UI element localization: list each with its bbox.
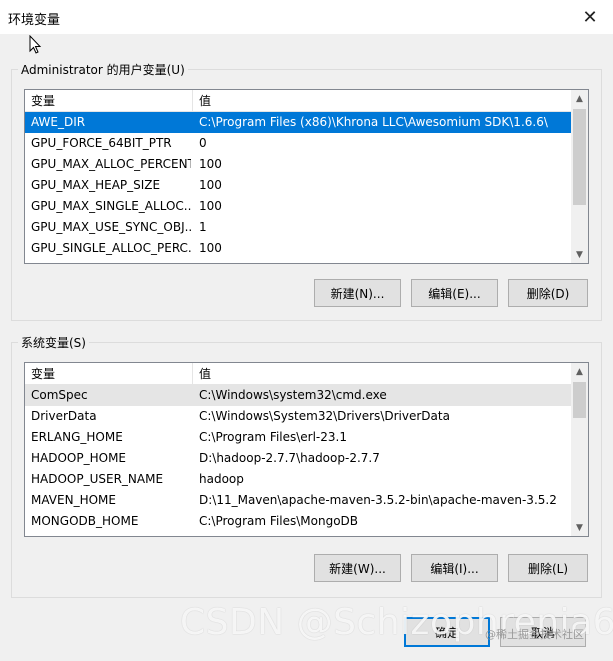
- user-variables-list[interactable]: 变量 值 AWE_DIR C:\Program Files (x86)\Khron…: [24, 89, 589, 264]
- user-delete-button[interactable]: 删除(D): [508, 279, 588, 307]
- variable-value-cell: C:\Program Files\MongoDB: [199, 514, 359, 528]
- variable-value-cell: 1: [199, 220, 207, 234]
- ok-button[interactable]: 确定: [404, 617, 490, 647]
- variable-name-cell: DriverData: [31, 409, 97, 423]
- table-row[interactable]: AWE_DIR C:\Program Files (x86)\Khrona LLC…: [25, 112, 572, 133]
- variable-name-cell: GPU_MAX_ALLOC_PERCENT: [31, 157, 191, 171]
- variable-name-cell: MAVEN_HOME: [31, 493, 116, 507]
- user-list-scrollbar[interactable]: ▲ ▼: [571, 90, 588, 263]
- system-variables-rows: ComSpec C:\Windows\system32\cmd.exe Driver…: [25, 385, 572, 532]
- scroll-down-icon[interactable]: ▼: [571, 519, 588, 536]
- table-row[interactable]: MAVEN_HOME D:\11_Maven\apache-maven-3.5.2…: [25, 490, 572, 511]
- variable-name-cell: AWE_DIR: [31, 115, 86, 129]
- variable-name-cell: GPU_FORCE_64BIT_PTR: [31, 136, 172, 150]
- system-list-header: 变量 值: [25, 363, 572, 385]
- table-row[interactable]: ComSpec C:\Windows\system32\cmd.exe: [25, 385, 572, 406]
- variable-name-cell: GPU_SINGLE_ALLOC_PERC...: [31, 241, 191, 255]
- system-delete-button[interactable]: 删除(L): [508, 554, 588, 582]
- variable-value-cell: 0: [199, 136, 207, 150]
- column-header-name[interactable]: 变量: [25, 90, 193, 112]
- user-edit-button[interactable]: 编辑(E)...: [411, 279, 498, 307]
- variable-value-cell: 100: [199, 178, 222, 192]
- scrollbar-thumb[interactable]: [573, 382, 586, 418]
- system-new-button[interactable]: 新建(W)...: [314, 554, 401, 582]
- user-variables-group: Administrator 的用户变量(U) 变量 值 AWE_DIR C:\Pr…: [11, 61, 602, 321]
- table-row[interactable]: MONGODB_HOME C:\Program Files\MongoDB: [25, 511, 572, 532]
- table-row[interactable]: DriverData C:\Windows\System32\Drivers\Dr…: [25, 406, 572, 427]
- scroll-up-icon[interactable]: ▲: [571, 363, 588, 380]
- system-variables-group: 系统变量(S) 变量 值 ComSpec C:\Windows\system32\…: [11, 334, 602, 598]
- column-header-value[interactable]: 值: [193, 363, 572, 385]
- variable-value-cell: 100: [199, 241, 222, 255]
- scroll-down-icon[interactable]: ▼: [571, 246, 588, 263]
- variable-name-cell: ComSpec: [31, 388, 88, 402]
- table-row[interactable]: GPU_FORCE_64BIT_PTR 0: [25, 133, 572, 154]
- table-row[interactable]: GPU_MAX_USE_SYNC_OBJ... 1: [25, 217, 572, 238]
- title-bar: 环境变量 ✕: [0, 0, 613, 34]
- variable-value-cell: hadoop: [199, 472, 244, 486]
- user-list-header: 变量 值: [25, 90, 572, 112]
- scroll-up-icon[interactable]: ▲: [571, 90, 588, 107]
- variable-value-cell: 100: [199, 157, 222, 171]
- window-title: 环境变量: [8, 13, 61, 28]
- column-header-name[interactable]: 变量: [25, 363, 193, 385]
- scrollbar-thumb[interactable]: [573, 109, 586, 205]
- variable-name-cell: GPU_MAX_HEAP_SIZE: [31, 178, 161, 192]
- system-variables-list[interactable]: 变量 值 ComSpec C:\Windows\system32\cmd.exe D…: [24, 362, 589, 537]
- table-row[interactable]: ERLANG_HOME C:\Program Files\erl-23.1: [25, 427, 572, 448]
- table-row[interactable]: HADOOP_USER_NAME hadoop: [25, 469, 572, 490]
- table-row[interactable]: GPU_MAX_ALLOC_PERCENT 100: [25, 154, 572, 175]
- variable-value-cell: C:\Program Files\erl-23.1: [199, 430, 347, 444]
- variable-name-cell: HADOOP_HOME: [31, 451, 127, 465]
- variable-name-cell: GPU_MAX_SINGLE_ALLOC...: [31, 199, 191, 213]
- user-variables-rows: AWE_DIR C:\Program Files (x86)\Khrona LLC…: [25, 112, 572, 259]
- variable-name-cell: GPU_MAX_USE_SYNC_OBJ...: [31, 220, 191, 234]
- column-header-value[interactable]: 值: [193, 90, 572, 112]
- mouse-cursor-icon: [29, 35, 42, 54]
- table-row[interactable]: GPU_MAX_SINGLE_ALLOC... 100: [25, 196, 572, 217]
- user-new-button[interactable]: 新建(N)...: [314, 279, 401, 307]
- variable-name-cell: MONGODB_HOME: [31, 514, 139, 528]
- variable-value-cell: C:\Windows\System32\Drivers\DriverData: [199, 409, 450, 423]
- table-row[interactable]: HADOOP_HOME D:\hadoop-2.7.7\hadoop-2.7.7: [25, 448, 572, 469]
- table-row[interactable]: GPU_MAX_HEAP_SIZE 100: [25, 175, 572, 196]
- close-button[interactable]: ✕: [567, 0, 613, 34]
- table-row[interactable]: GPU_SINGLE_ALLOC_PERC... 100: [25, 238, 572, 259]
- system-variables-label: 系统变量(S): [18, 334, 89, 351]
- variable-value-cell: D:\hadoop-2.7.7\hadoop-2.7.7: [199, 451, 380, 465]
- cancel-button[interactable]: 取消: [500, 617, 586, 647]
- variable-name-cell: HADOOP_USER_NAME: [31, 472, 164, 486]
- variable-value-cell: 100: [199, 199, 222, 213]
- variable-name-cell: ERLANG_HOME: [31, 430, 123, 444]
- system-edit-button[interactable]: 编辑(I)...: [411, 554, 498, 582]
- system-list-scrollbar[interactable]: ▲ ▼: [571, 363, 588, 536]
- variable-value-cell: D:\11_Maven\apache-maven-3.5.2-bin\apach…: [199, 493, 557, 507]
- variable-value-cell: C:\Windows\system32\cmd.exe: [199, 388, 387, 402]
- user-variables-label: Administrator 的用户变量(U): [18, 61, 188, 78]
- close-icon: ✕: [582, 6, 598, 28]
- variable-value-cell: C:\Program Files (x86)\Khrona LLC\Awesom…: [199, 115, 548, 129]
